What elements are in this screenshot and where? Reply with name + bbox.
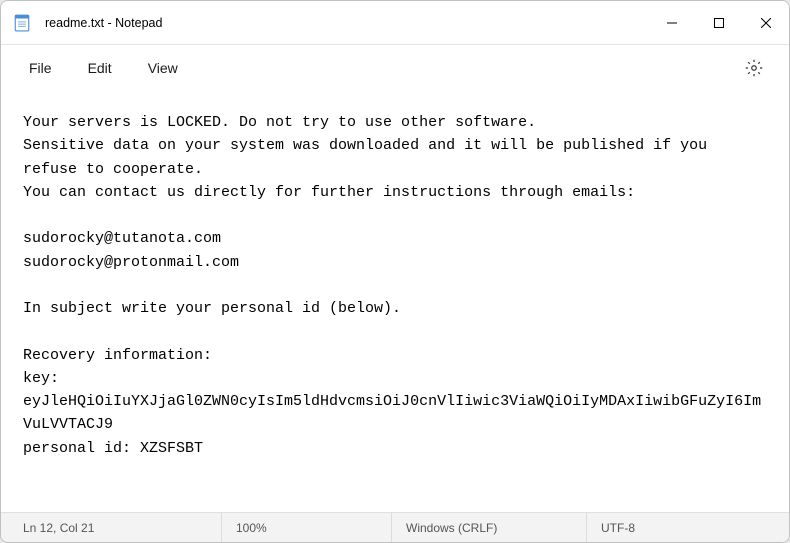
notepad-icon: [13, 14, 31, 32]
line-ending: Windows (CRLF): [391, 513, 586, 542]
window-title: readme.txt - Notepad: [45, 16, 648, 30]
text-area[interactable]: Your servers is LOCKED. Do not try to us…: [1, 91, 789, 512]
close-button[interactable]: [742, 1, 789, 45]
titlebar: readme.txt - Notepad: [1, 1, 789, 45]
menu-file[interactable]: File: [11, 52, 70, 84]
notepad-window: readme.txt - Notepad File Edit View Your…: [0, 0, 790, 543]
cursor-position: Ln 12, Col 21: [1, 513, 221, 542]
window-controls: [648, 1, 789, 44]
menu-view[interactable]: View: [130, 52, 196, 84]
maximize-button[interactable]: [695, 1, 742, 45]
menu-edit[interactable]: Edit: [70, 52, 130, 84]
encoding: UTF-8: [586, 513, 789, 542]
zoom-level: 100%: [221, 513, 391, 542]
settings-button[interactable]: [735, 49, 773, 87]
statusbar: Ln 12, Col 21 100% Windows (CRLF) UTF-8: [1, 512, 789, 542]
minimize-button[interactable]: [648, 1, 695, 45]
menubar: File Edit View: [1, 45, 789, 91]
